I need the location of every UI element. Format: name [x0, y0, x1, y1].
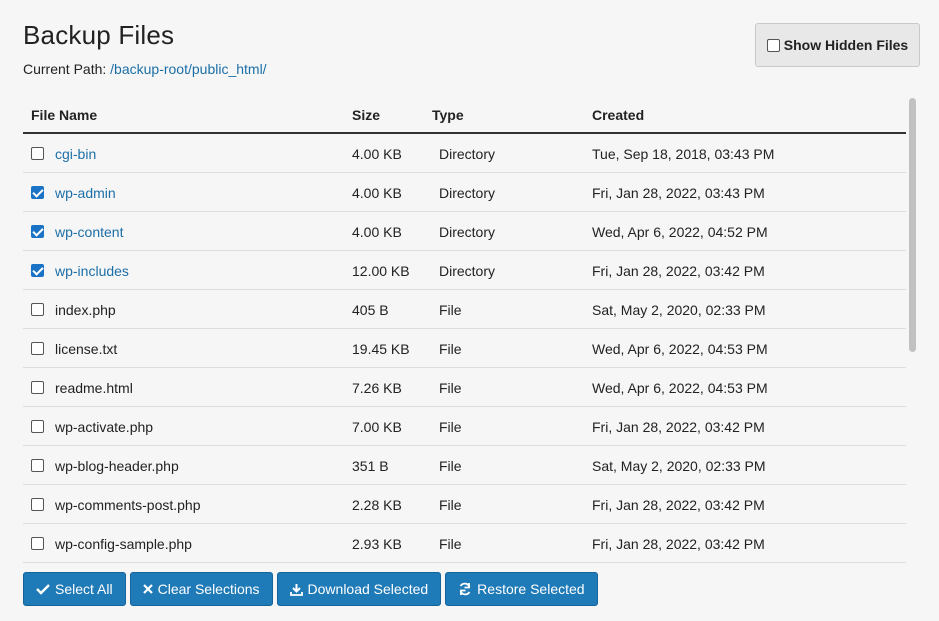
table-header: File Name Size Type Created [23, 96, 906, 134]
file-type: File [439, 302, 462, 318]
row-checkbox[interactable] [31, 459, 44, 472]
row-checkbox[interactable] [31, 381, 44, 394]
file-type: File [439, 419, 462, 435]
backup-files-table: File Name Size Type Created cgi-bin 4.00 … [23, 96, 906, 568]
file-type: Directory [439, 263, 496, 279]
table-body: cgi-bin 4.00 KB Directory Tue, Sep 18, 2018… [23, 134, 906, 563]
file-name[interactable]: cgi-bin [55, 146, 96, 162]
file-created: Fri, Jan 28, 2022, 03:42 PM [592, 497, 765, 513]
table-row[interactable]: readme.html 7.26 KB File Wed, Apr 6, 2022, … [23, 368, 906, 407]
file-created: Fri, Jan 28, 2022, 03:42 PM [592, 536, 765, 552]
table-scrollbar[interactable] [907, 96, 918, 571]
table-row[interactable]: cgi-bin 4.00 KB Directory Tue, Sep 18, 2018… [23, 134, 906, 173]
file-created: Sat, May 2, 2020, 02:33 PM [592, 302, 766, 318]
column-header-size[interactable]: Size [352, 107, 380, 123]
file-name: wp-comments-post.php [55, 497, 201, 513]
table-row[interactable]: wp-content 4.00 KB Directory Wed, Apr 6, 20… [23, 212, 906, 251]
file-created: Fri, Jan 28, 2022, 03:42 PM [592, 419, 765, 435]
download-selected-label: Download Selected [307, 581, 429, 597]
file-name: wp-config-sample.php [55, 536, 192, 552]
column-header-name[interactable]: File Name [31, 107, 97, 123]
row-checkbox[interactable] [31, 498, 44, 511]
file-type: Directory [439, 146, 496, 162]
file-name[interactable]: wp-includes [55, 263, 129, 279]
file-type: File [439, 458, 462, 474]
show-hidden-files-checkbox[interactable] [766, 38, 780, 52]
refresh-icon [459, 582, 471, 596]
restore-selected-button[interactable]: Restore Selected [445, 572, 598, 606]
table-row[interactable]: wp-comments-post.php 2.28 KB File Fri, Jan … [23, 485, 906, 524]
file-type: File [439, 497, 462, 513]
row-checkbox[interactable] [31, 264, 44, 277]
file-type: File [439, 341, 462, 357]
table-row[interactable]: wp-activate.php 7.00 KB File Fri, Jan 28, 2… [23, 407, 906, 446]
row-checkbox[interactable] [31, 186, 44, 199]
file-name: license.txt [55, 341, 118, 357]
row-checkbox[interactable] [31, 420, 44, 433]
table-row[interactable]: wp-config-sample.php 2.93 KB File Fri, Jan … [23, 524, 906, 563]
file-size: 7.26 KB [352, 380, 402, 396]
action-bar: Select All Clear Selections Download Sel… [23, 572, 598, 606]
file-size: 351 B [352, 458, 389, 474]
current-path-label: Current Path: [23, 61, 107, 77]
file-size: 405 B [352, 302, 389, 318]
file-created: Wed, Apr 6, 2022, 04:52 PM [592, 224, 768, 240]
file-created: Wed, Apr 6, 2022, 04:53 PM [592, 341, 768, 357]
download-icon [289, 583, 303, 596]
check-icon [36, 584, 50, 595]
file-created: Fri, Jan 28, 2022, 03:43 PM [592, 185, 765, 201]
clear-selections-button[interactable]: Clear Selections [129, 572, 273, 606]
file-name: readme.html [55, 380, 133, 396]
row-checkbox[interactable] [31, 225, 44, 238]
download-selected-button[interactable]: Download Selected [276, 572, 442, 606]
file-name: wp-blog-header.php [55, 458, 179, 474]
select-all-button[interactable]: Select All [23, 572, 126, 606]
close-icon [142, 584, 153, 594]
table-row[interactable]: wp-includes 12.00 KB Directory Fri, Jan 28,… [23, 251, 906, 290]
file-size: 4.00 KB [352, 146, 402, 162]
row-checkbox[interactable] [31, 147, 44, 160]
file-type: Directory [439, 185, 496, 201]
select-all-label: Select All [55, 581, 113, 597]
file-type: File [439, 536, 462, 552]
column-header-type[interactable]: Type [432, 107, 464, 123]
row-checkbox[interactable] [31, 537, 44, 550]
backup-files-page: Backup Files Current Path: /backup-root/… [0, 0, 939, 621]
show-hidden-files-toggle[interactable]: Show Hidden Files [755, 23, 920, 67]
file-name: index.php [55, 302, 116, 318]
row-checkbox[interactable] [31, 342, 44, 355]
current-path: Current Path: /backup-root/public_html/ [23, 61, 267, 77]
file-name[interactable]: wp-content [55, 224, 123, 240]
table-row[interactable]: index.php 405 B File Sat, May 2, 2020, 02:3… [23, 290, 906, 329]
page-title: Backup Files [23, 20, 175, 50]
column-header-created[interactable]: Created [592, 107, 644, 123]
file-created: Tue, Sep 18, 2018, 03:43 PM [592, 146, 775, 162]
scrollbar-thumb[interactable] [909, 98, 916, 352]
clear-selections-label: Clear Selections [157, 581, 260, 597]
file-size: 2.93 KB [352, 536, 402, 552]
file-name[interactable]: wp-admin [55, 185, 116, 201]
file-name: wp-activate.php [55, 419, 154, 435]
file-type: File [439, 380, 462, 396]
file-size: 4.00 KB [352, 185, 402, 201]
file-size: 7.00 KB [352, 419, 402, 435]
file-size: 19.45 KB [352, 341, 410, 357]
restore-selected-label: Restore Selected [477, 581, 585, 597]
file-created: Sat, May 2, 2020, 02:33 PM [592, 458, 766, 474]
table-row[interactable]: wp-blog-header.php 351 B File Sat, May 2, 2… [23, 446, 906, 485]
current-path-link[interactable]: /backup-root/public_html/ [110, 61, 266, 77]
file-size: 12.00 KB [352, 263, 410, 279]
show-hidden-files-label: Show Hidden Files [783, 37, 909, 53]
file-size: 4.00 KB [352, 224, 402, 240]
row-checkbox[interactable] [31, 303, 44, 316]
file-created: Fri, Jan 28, 2022, 03:42 PM [592, 263, 765, 279]
table-row[interactable]: license.txt 19.45 KB File Wed, Apr 6, 2022,… [23, 329, 906, 368]
file-type: Directory [439, 224, 496, 240]
table-row[interactable]: wp-admin 4.00 KB Directory Fri, Jan 28, 202… [23, 173, 906, 212]
file-created: Wed, Apr 6, 2022, 04:53 PM [592, 380, 768, 396]
file-size: 2.28 KB [352, 497, 402, 513]
